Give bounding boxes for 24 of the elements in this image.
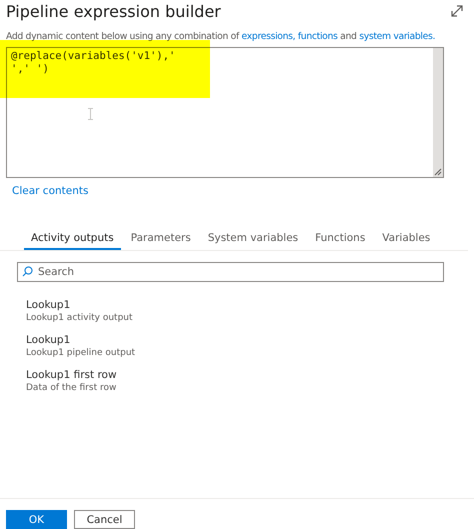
search-icon xyxy=(22,266,33,277)
system-variables-link[interactable]: system variables. xyxy=(359,31,436,42)
item-description: Lookup1 activity output xyxy=(26,313,134,323)
search-field[interactable]: Search xyxy=(17,262,444,282)
tab[interactable]: Functions xyxy=(308,227,372,250)
description-text: Add dynamic content below using any combination of expressions, functions and system variables. xyxy=(6,31,436,42)
clear-contents-link[interactable]: Clear contents xyxy=(12,185,88,197)
resize-grip-icon[interactable] xyxy=(434,168,442,176)
tab[interactable]: Parameters xyxy=(124,227,198,250)
tab[interactable]: Variables xyxy=(375,227,438,250)
text-cursor-icon xyxy=(87,108,94,120)
expand-icon[interactable] xyxy=(450,4,464,18)
expressions-link[interactable]: expressions, functions xyxy=(242,31,338,42)
item-description: Lookup1 pipeline output xyxy=(26,348,136,358)
ok-button[interactable]: OK xyxy=(6,510,67,529)
tab[interactable]: System variables xyxy=(200,227,306,250)
tab[interactable]: Activity outputs xyxy=(24,227,121,250)
dialog-title: Pipeline expression builder xyxy=(6,2,221,20)
item-title[interactable]: Lookup1 xyxy=(26,299,474,311)
scrollbar[interactable] xyxy=(433,48,443,177)
item-description: Data of the first row xyxy=(26,383,118,393)
item-title[interactable]: Lookup1 first row xyxy=(26,369,474,381)
item-title[interactable]: Lookup1 xyxy=(26,334,474,346)
cancel-button[interactable]: Cancel xyxy=(74,510,135,529)
